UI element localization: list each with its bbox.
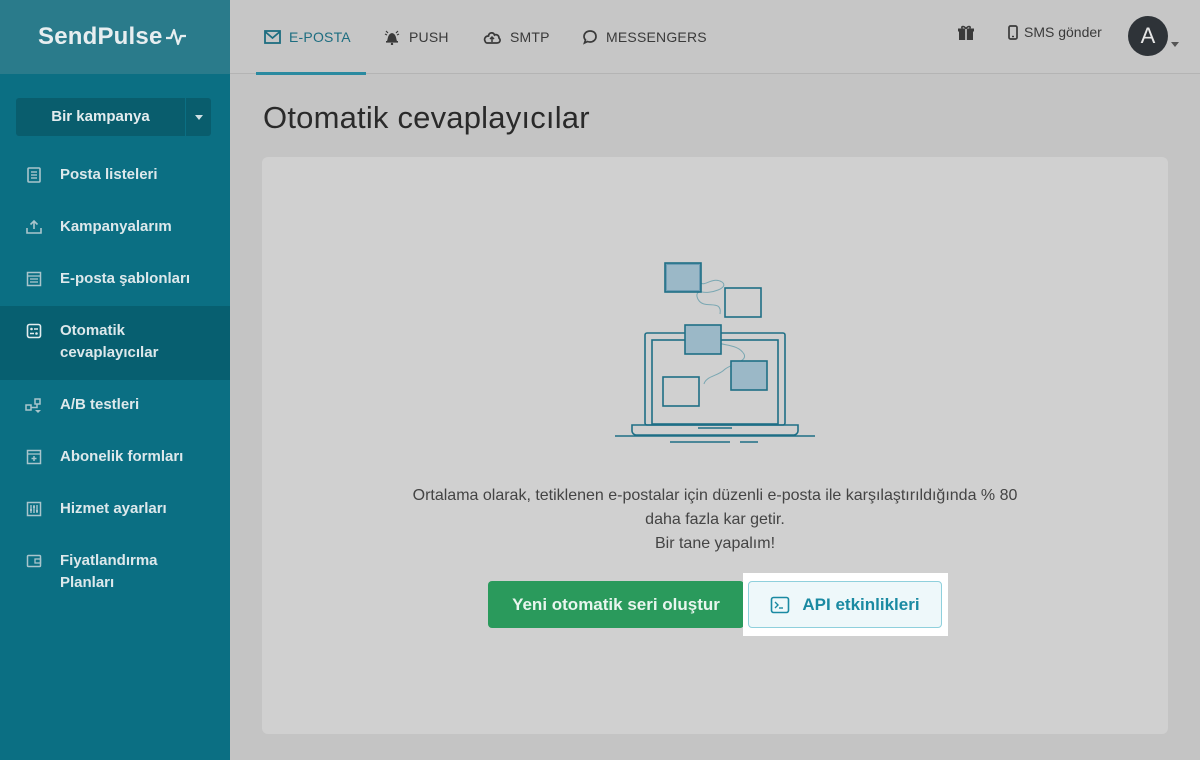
- wallet-icon: [24, 552, 44, 570]
- chevron-down-icon[interactable]: [185, 98, 211, 136]
- empty-state-description: Ortalama olarak, tetiklenen e-postalar i…: [262, 484, 1168, 556]
- api-events-label: API etkinlikleri: [802, 594, 920, 614]
- sidebar: SendPulse Bir kampanya Posta listeleri K…: [0, 0, 230, 760]
- terminal-icon: [770, 596, 790, 614]
- tab-email[interactable]: E-POSTA: [256, 0, 366, 75]
- logo-bar: SendPulse: [0, 0, 230, 74]
- cloud-upload-icon: [482, 29, 502, 45]
- create-autoresponder-button[interactable]: Yeni otomatik seri oluştur: [488, 581, 744, 628]
- tab-smtp[interactable]: SMTP: [482, 0, 550, 74]
- sidebar-item-label: Otomatik cevaplayıcılar: [60, 322, 159, 361]
- sidebar-nav: Posta listeleri Kampanyalarım E-posta şa…: [0, 150, 230, 610]
- active-tab-indicator: [256, 72, 366, 75]
- sidebar-item-email-templates[interactable]: E-posta şablonları: [0, 254, 230, 306]
- sidebar-item-label: Posta listeleri: [60, 166, 158, 183]
- list-icon: [24, 166, 44, 184]
- sidebar-item-label: Hizmet ayarları: [60, 500, 167, 517]
- create-autoresponder-label: Yeni otomatik seri oluştur: [512, 594, 720, 614]
- avatar-letter: A: [1140, 23, 1156, 48]
- sidebar-item-service-settings[interactable]: Hizmet ayarları: [0, 484, 230, 536]
- tab-label: SMTP: [510, 29, 550, 45]
- autoresponder-icon: [24, 322, 44, 340]
- gift-icon[interactable]: [957, 24, 975, 47]
- template-icon: [24, 270, 44, 288]
- bell-icon: [383, 29, 401, 45]
- tab-label: MESSENGERS: [606, 29, 707, 45]
- top-navigation: E-POSTA PUSH SMTP MESSENGERS SMS gönder …: [230, 0, 1200, 75]
- chevron-down-icon[interactable]: [1171, 34, 1179, 52]
- tab-label: E-POSTA: [289, 29, 351, 45]
- sendpulse-logo[interactable]: SendPulse: [38, 23, 187, 51]
- laptop-illustration: [615, 262, 815, 443]
- upload-icon: [24, 218, 44, 236]
- sidebar-item-campaigns[interactable]: Kampanyalarım: [0, 202, 230, 254]
- sidebar-item-subscription-forms[interactable]: Abonelik formları: [0, 432, 230, 484]
- sidebar-item-autoresponders[interactable]: Otomatik cevaplayıcılar: [0, 306, 230, 380]
- page-title: Otomatik cevaplayıcılar: [263, 100, 590, 135]
- phone-icon: [1008, 24, 1018, 40]
- description-line: daha fazla kar getir.: [645, 511, 785, 528]
- tab-messengers[interactable]: MESSENGERS: [582, 0, 707, 74]
- sidebar-item-ab-tests[interactable]: A/B testleri: [0, 380, 230, 432]
- sidebar-item-label: A/B testleri: [60, 396, 140, 413]
- envelope-icon: [264, 30, 281, 44]
- tab-push[interactable]: PUSH: [383, 0, 449, 74]
- api-events-button[interactable]: API etkinlikleri: [748, 581, 942, 628]
- description-line: Ortalama olarak, tetiklenen e-postalar i…: [412, 487, 1018, 504]
- sidebar-item-label: Fiyatlandırma Planları: [60, 552, 158, 591]
- avatar[interactable]: A: [1128, 16, 1168, 56]
- send-sms-button[interactable]: SMS gönder: [1008, 24, 1102, 40]
- chat-icon: [582, 29, 598, 45]
- description-line: Bir tane yapalım!: [654, 535, 776, 552]
- tab-label: PUSH: [409, 29, 449, 45]
- sidebar-item-mailing-lists[interactable]: Posta listeleri: [0, 150, 230, 202]
- sidebar-item-label: Abonelik formları: [60, 448, 184, 465]
- ab-test-icon: [24, 396, 44, 414]
- pulse-icon: [165, 28, 186, 46]
- settings-sliders-icon: [24, 500, 44, 518]
- logo-text: SendPulse: [38, 23, 163, 50]
- create-campaign-button[interactable]: Bir kampanya: [16, 98, 211, 136]
- sidebar-item-label: E-posta şablonları: [60, 270, 191, 287]
- form-icon: [24, 448, 44, 466]
- send-sms-label: SMS gönder: [1024, 24, 1102, 40]
- sidebar-item-pricing-plans[interactable]: Fiyatlandırma Planları: [0, 536, 230, 610]
- create-campaign-label: Bir kampanya: [51, 108, 150, 125]
- sidebar-item-label: Kampanyalarım: [60, 218, 172, 235]
